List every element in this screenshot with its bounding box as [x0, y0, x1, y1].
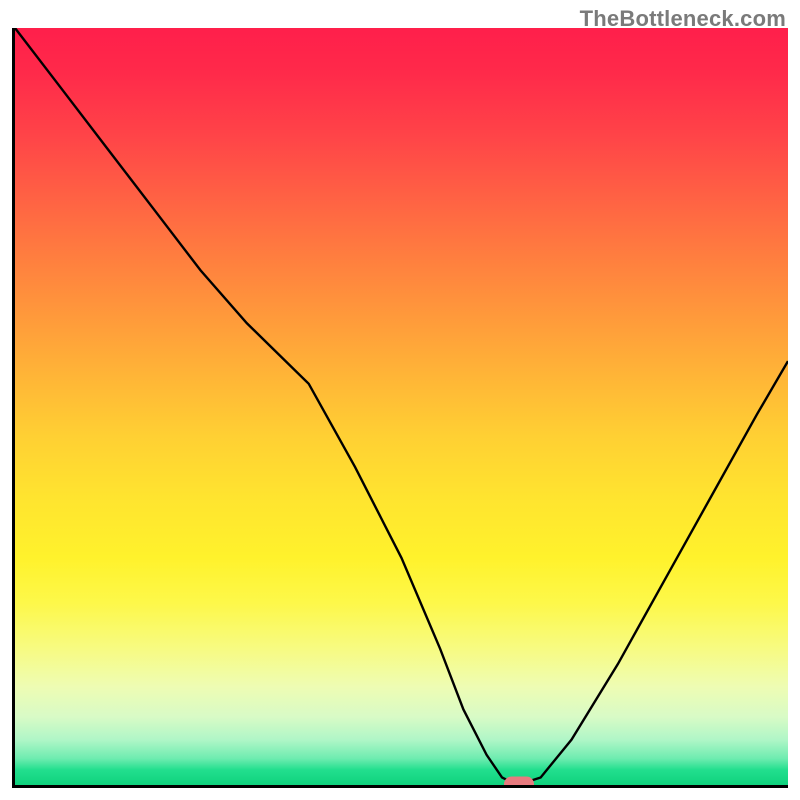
chart-area [12, 28, 788, 788]
watermark-text: TheBottleneck.com [580, 6, 786, 32]
optimal-point-marker [504, 777, 534, 789]
bottleneck-curve [15, 28, 788, 785]
